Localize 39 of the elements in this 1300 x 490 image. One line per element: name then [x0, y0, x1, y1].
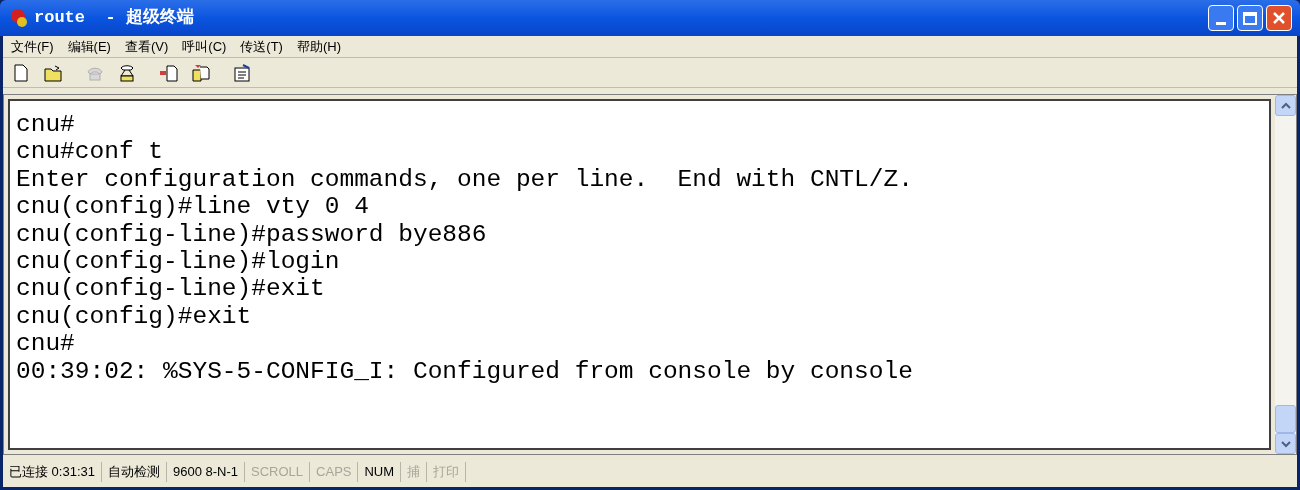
properties-icon[interactable]	[233, 62, 253, 83]
app-icon	[8, 7, 30, 29]
menu-item[interactable]: 传送(T)	[240, 36, 283, 57]
close-icon	[1271, 10, 1287, 26]
status-pane: 打印	[427, 462, 467, 482]
menu-item[interactable]: 文件(F)	[11, 36, 54, 57]
terminal-line: cnu#	[16, 330, 76, 358]
document-icon[interactable]	[11, 62, 31, 83]
status-pane: 自动检测	[102, 462, 167, 482]
receive-folder-icon[interactable]	[191, 62, 211, 83]
terminal-line: cnu#conf t	[16, 138, 165, 166]
menu-item[interactable]: 呼叫(C)	[182, 36, 227, 57]
menu-item[interactable]: 编辑(E)	[67, 36, 111, 57]
close-button[interactable]	[1266, 5, 1292, 31]
terminal-line: cnu(config)#line vty 0 4	[16, 193, 370, 221]
terminal-line: cnu(config-line)#password bye886	[16, 220, 488, 249]
scrollbar[interactable]	[1275, 95, 1296, 454]
menu-item[interactable]: 查看(V)	[124, 36, 169, 57]
terminal-line: 00:39:02: %SYS-5-CONFIG_I: Configured from console by console	[16, 357, 914, 386]
terminal-line: Enter configuration commands, one per line. End with CNTL/Z.	[16, 165, 914, 194]
terminal-line: cnu(config)#exit	[16, 302, 253, 331]
scroll-down-button[interactable]	[1275, 433, 1296, 454]
status-pane: 已连接 0:31:31	[3, 462, 102, 482]
scroll-thumb[interactable]	[1275, 405, 1296, 433]
status-pane: CAPS	[310, 462, 359, 482]
phone-icon[interactable]	[117, 62, 137, 83]
send-document-icon[interactable]	[159, 62, 179, 83]
status-pane: NUM	[358, 462, 402, 482]
menu-item[interactable]: 帮助(H)	[296, 36, 341, 57]
terminal-line: cnu#	[16, 111, 76, 139]
status-pane: 9600 8-N-1	[167, 462, 246, 482]
status-pane: SCROLL	[245, 462, 311, 482]
window-title: route - 超级终端	[34, 6, 194, 30]
maximize-button[interactable]	[1237, 5, 1263, 31]
terminal-line: cnu(config-line)#login	[16, 248, 341, 276]
scroll-up-button[interactable]	[1275, 95, 1296, 116]
minimize-button[interactable]	[1208, 5, 1234, 31]
status-pane: 捕	[401, 462, 428, 482]
terminal-line: cnu(config-line)#exit	[16, 275, 326, 303]
